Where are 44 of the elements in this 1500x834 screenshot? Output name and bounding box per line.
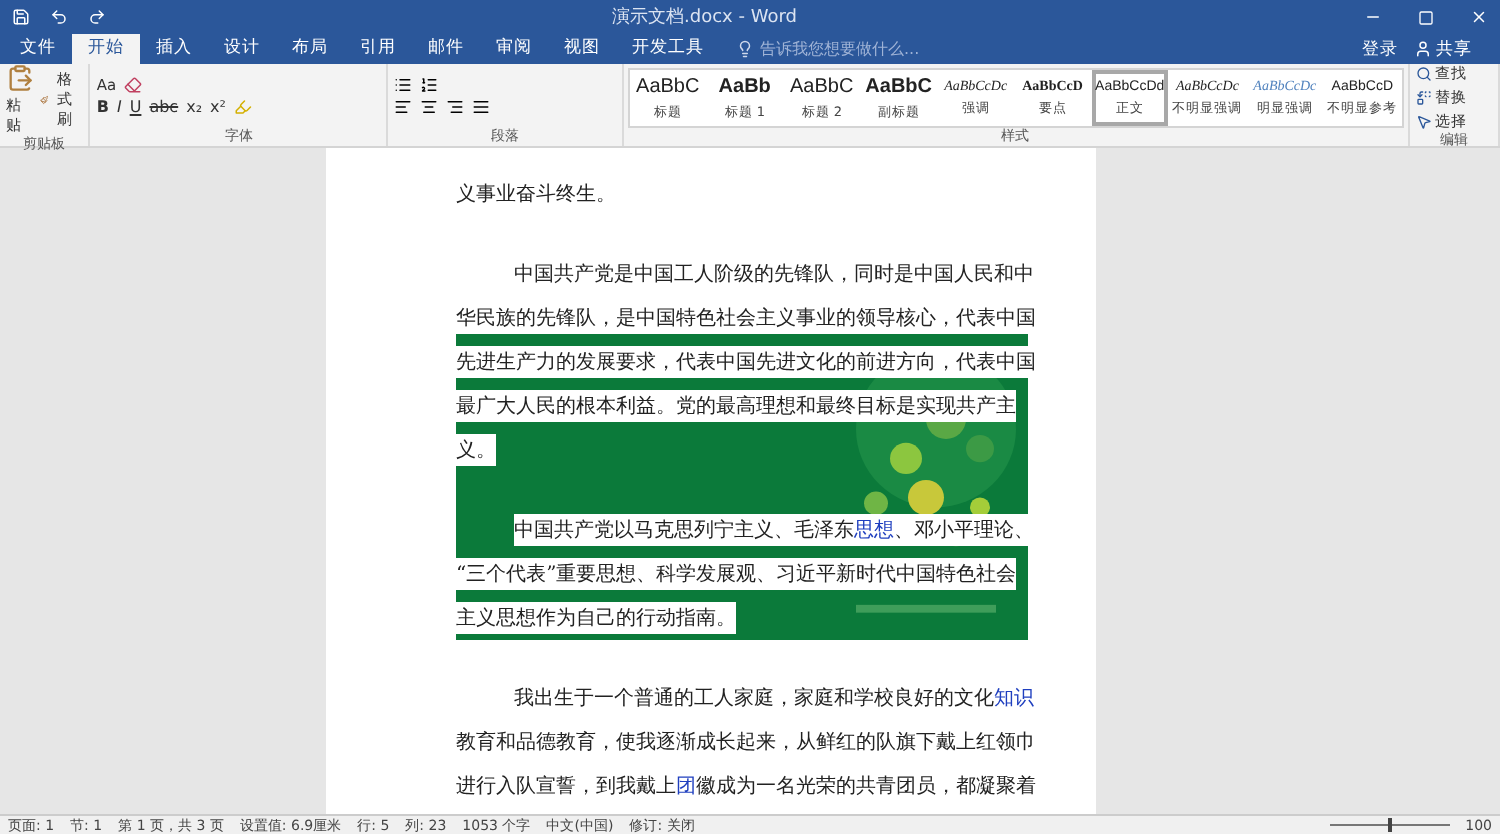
link[interactable]: 思想: [854, 520, 894, 542]
font-format-button[interactable]: I: [116, 98, 122, 116]
maximize-icon[interactable]: [1418, 9, 1434, 25]
ribbon-tab[interactable]: 开发工具: [616, 34, 720, 64]
sign-in-link[interactable]: 登录: [1362, 37, 1398, 61]
font-format-button[interactable]: U: [129, 98, 142, 116]
ribbon-tab[interactable]: 布局: [276, 34, 344, 64]
bullets-icon[interactable]: [394, 76, 413, 94]
ribbon-tab[interactable]: 开始: [72, 34, 140, 64]
font-format-button[interactable]: B: [96, 98, 109, 116]
style-preview: AaBbC: [865, 75, 932, 97]
person-icon[interactable]: [1414, 40, 1432, 58]
style-preview: AaBbC: [636, 75, 700, 97]
link[interactable]: 知识: [994, 688, 1034, 710]
share-button[interactable]: 共享: [1436, 37, 1472, 61]
numbering-icon[interactable]: [420, 76, 439, 94]
align-left-icon[interactable]: [394, 98, 413, 116]
ribbon-tab[interactable]: 引用: [344, 34, 412, 64]
ribbon-tab[interactable]: 设计: [208, 34, 276, 64]
lightbulb-icon[interactable]: [736, 40, 754, 58]
select-icon: [1415, 114, 1432, 130]
window-title: 演示文档.docx - Word: [612, 5, 799, 30]
align-right-icon[interactable]: [446, 98, 465, 116]
font-format-button[interactable]: x²: [210, 98, 226, 116]
ribbon-tab[interactable]: 邮件: [412, 34, 480, 64]
replace-icon: [1415, 90, 1432, 106]
redo-icon[interactable]: [88, 8, 106, 26]
paste-icon[interactable]: [6, 64, 34, 92]
style-preview: AaBb: [718, 75, 771, 97]
undo-icon[interactable]: [50, 8, 68, 26]
justify-icon[interactable]: [472, 98, 491, 116]
ribbon-tab[interactable]: 视图: [548, 34, 616, 64]
ribbon-tab[interactable]: 文件: [4, 34, 72, 64]
format-painter-icon[interactable]: [40, 92, 49, 108]
close-icon[interactable]: [1470, 8, 1488, 26]
align-center-icon[interactable]: [420, 98, 439, 116]
font-format-button[interactable]: abc: [149, 98, 179, 116]
link[interactable]: 团: [676, 776, 696, 798]
eraser-icon[interactable]: [124, 76, 143, 94]
ribbon-tab[interactable]: 插入: [140, 34, 208, 64]
style-preview: AaBbC: [790, 75, 854, 97]
font-format-button[interactable]: x₂: [186, 98, 203, 116]
ribbon-tab[interactable]: 审阅: [480, 34, 548, 64]
save-icon[interactable]: [12, 8, 30, 26]
